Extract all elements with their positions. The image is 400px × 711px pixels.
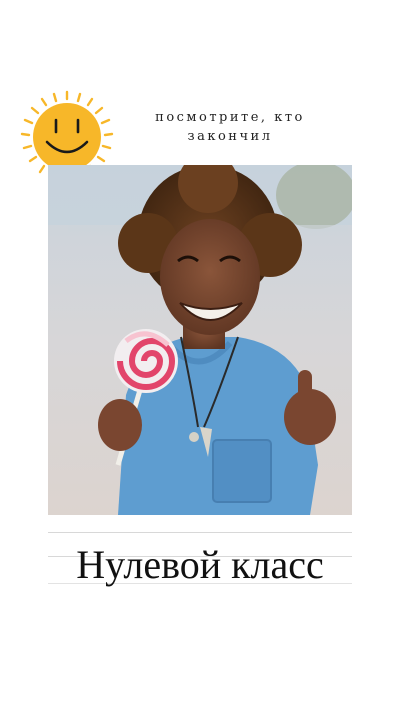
divider-top <box>48 532 352 533</box>
page-title: Нулевой класс <box>76 542 324 587</box>
child-with-lollipop-photo <box>48 165 352 515</box>
subtitle-text: посмотрите, кто закончил <box>155 110 305 144</box>
